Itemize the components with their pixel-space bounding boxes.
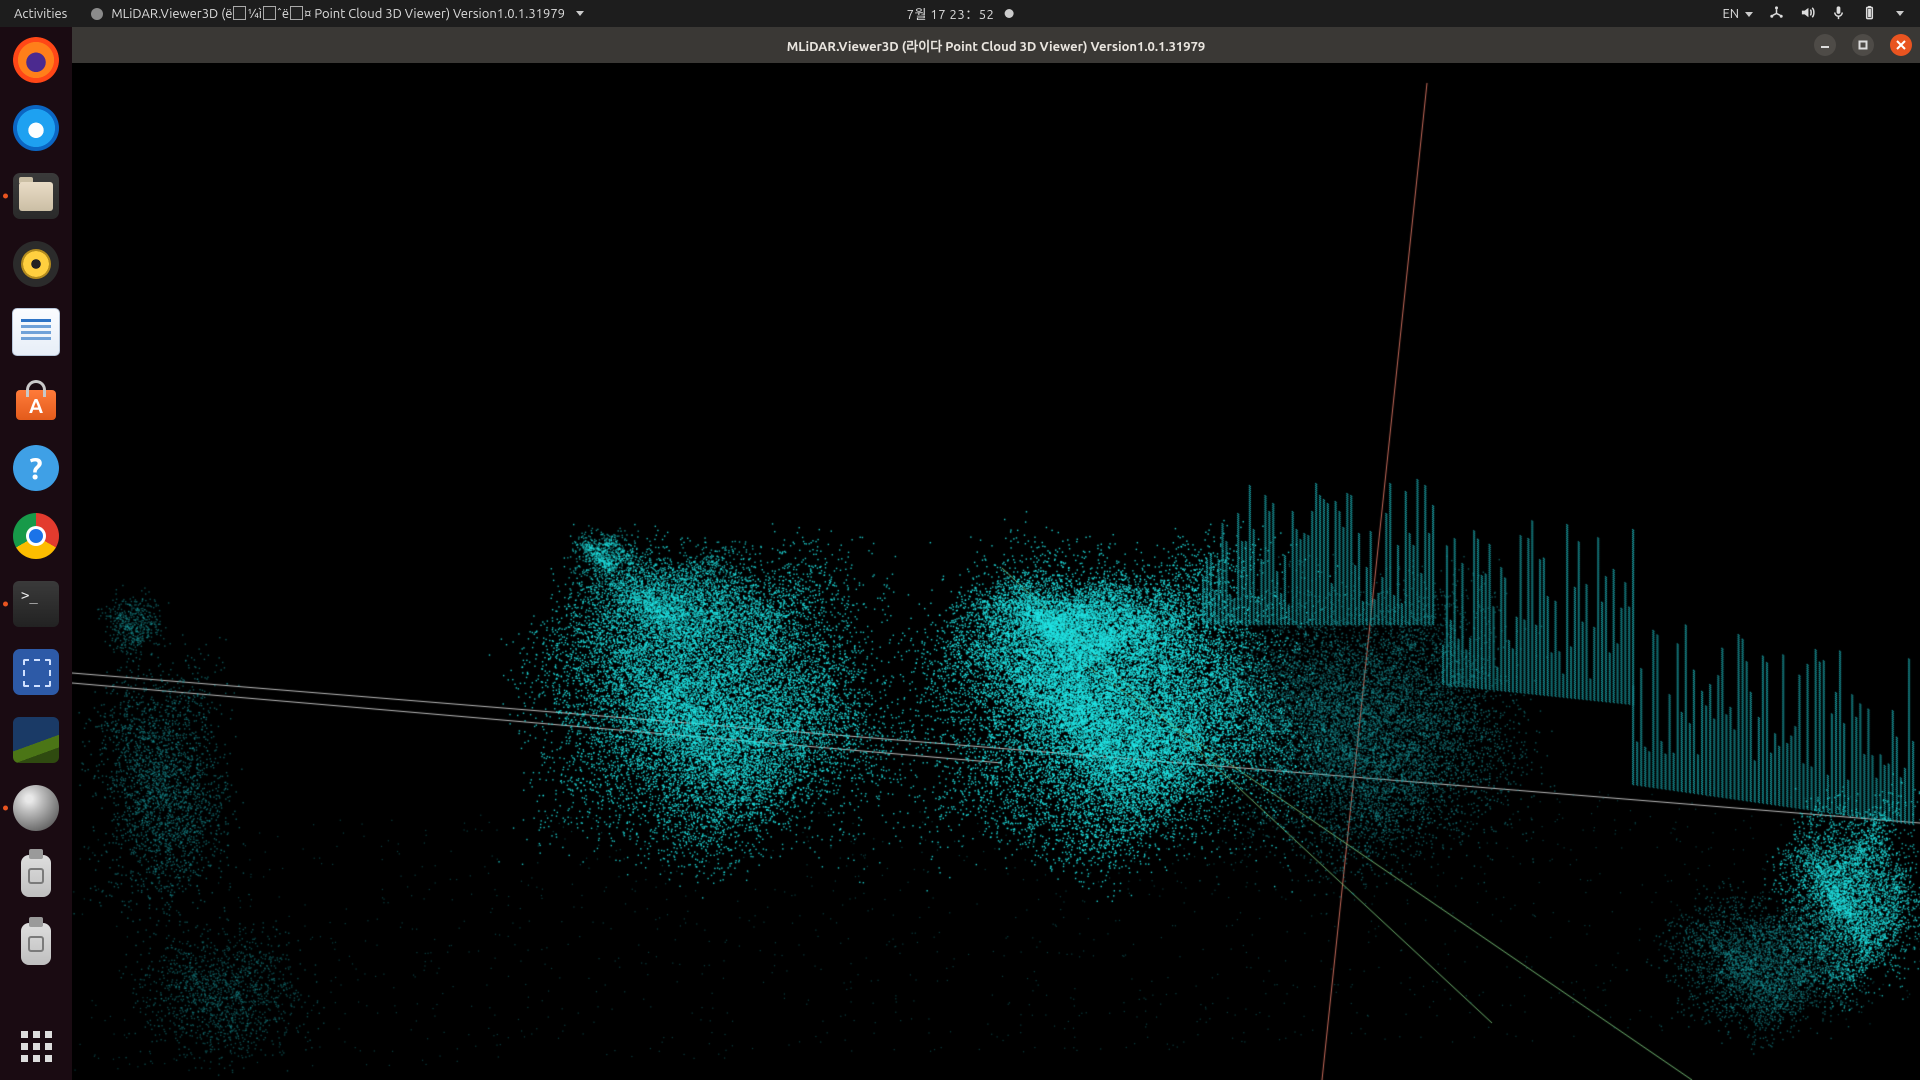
- screenshot-icon: [13, 649, 59, 695]
- dock-app-files[interactable]: [11, 171, 61, 221]
- dock-app-image-viewer[interactable]: [11, 715, 61, 765]
- usb-drive-icon: [21, 855, 51, 897]
- files-icon: [13, 173, 59, 219]
- battery-icon[interactable]: [1862, 5, 1877, 23]
- usb-drive-icon: [21, 923, 51, 965]
- ubuntu-software-icon: [13, 380, 59, 420]
- thunderbird-icon: [13, 105, 59, 151]
- input-source-indicator[interactable]: EN: [1722, 7, 1753, 21]
- image-viewer-icon: [13, 717, 59, 763]
- dock-app-ubuntu-software[interactable]: [11, 375, 61, 425]
- dock-app-firefox[interactable]: [11, 35, 61, 85]
- dock-app-help[interactable]: ?: [11, 443, 61, 493]
- show-applications-button[interactable]: [21, 1031, 52, 1062]
- dock-app-mlidar-viewer3d[interactable]: [11, 783, 61, 833]
- window-close-button[interactable]: [1890, 34, 1912, 56]
- close-icon: [1896, 40, 1906, 50]
- volume-icon[interactable]: [1800, 5, 1815, 23]
- clock-label: 7월 17 23：52: [907, 4, 995, 23]
- mlidar-viewer3d-icon: [13, 785, 59, 831]
- app-window: MLiDAR.Viewer3D (라이다 Point Cloud 3D View…: [72, 27, 1920, 1080]
- app-menu-label: MLiDAR.Viewer3D (ë¼ìˆë¤ Point Cloud 3D V…: [111, 6, 565, 21]
- dock-app-thunderbird[interactable]: [11, 103, 61, 153]
- app-menu-icon: [91, 8, 103, 20]
- dock-app-terminal[interactable]: >_: [11, 579, 61, 629]
- network-icon[interactable]: [1769, 5, 1784, 23]
- app-menu[interactable]: MLiDAR.Viewer3D (ë¼ìˆë¤ Point Cloud 3D V…: [91, 6, 584, 21]
- dock-mount-usb-1[interactable]: [11, 851, 61, 901]
- microphone-icon[interactable]: [1831, 5, 1846, 23]
- help-icon: ?: [13, 445, 59, 491]
- dock-app-google-chrome[interactable]: [11, 511, 61, 561]
- chevron-down-icon: [576, 11, 584, 16]
- window-titlebar[interactable]: MLiDAR.Viewer3D (라이다 Point Cloud 3D View…: [72, 27, 1920, 63]
- activities-button[interactable]: Activities: [14, 7, 67, 21]
- window-minimize-button[interactable]: [1814, 34, 1836, 56]
- input-source-label: EN: [1722, 7, 1739, 21]
- firefox-icon: [13, 37, 59, 83]
- terminal-icon: >_: [13, 581, 59, 627]
- minimize-icon: [1820, 40, 1830, 50]
- dock-app-rhythmbox[interactable]: [11, 239, 61, 289]
- rhythmbox-icon: [13, 241, 59, 287]
- clock-area[interactable]: 7월 17 23：52: [907, 0, 1014, 27]
- notification-indicator-icon: [1004, 9, 1013, 18]
- chevron-down-icon: [1745, 12, 1753, 17]
- maximize-icon: [1858, 40, 1868, 50]
- libreoffice-writer-icon: [12, 308, 60, 356]
- gnome-top-bar: Activities MLiDAR.Viewer3D (ë¼ìˆë¤ Point…: [0, 0, 1920, 27]
- dock-mount-usb-2[interactable]: [11, 919, 61, 969]
- window-title: MLiDAR.Viewer3D (라이다 Point Cloud 3D View…: [787, 36, 1206, 55]
- window-maximize-button[interactable]: [1852, 34, 1874, 56]
- dock-app-screenshot[interactable]: [11, 647, 61, 697]
- dock-app-libreoffice-writer[interactable]: [11, 307, 61, 357]
- system-menu-caret-icon[interactable]: [1896, 11, 1904, 16]
- point-cloud-3d-viewport[interactable]: [72, 63, 1920, 1080]
- chrome-icon: [13, 513, 59, 559]
- ubuntu-dock: ? >_: [0, 27, 72, 1080]
